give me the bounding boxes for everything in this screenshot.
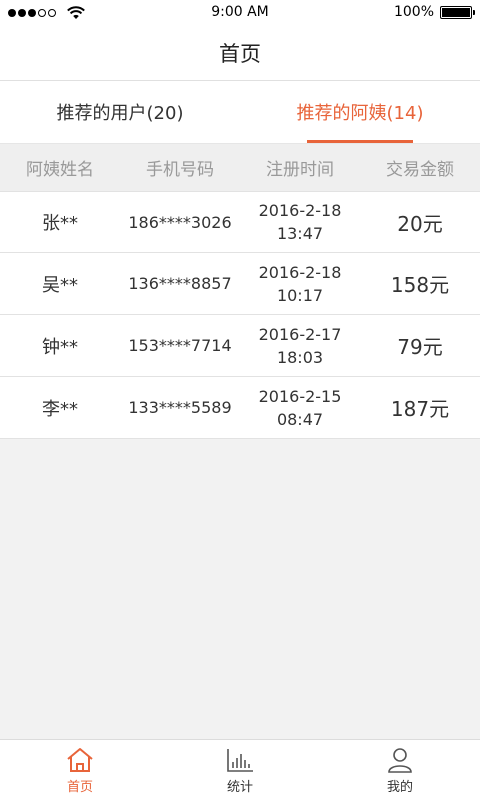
- table-row[interactable]: 吴** 136****8857 2016-2-18 10:17 158元: [0, 253, 480, 315]
- cell-phone: 136****8857: [128, 274, 232, 293]
- tabbar-item-mine[interactable]: 我的: [320, 740, 480, 800]
- segment-tabs: 推荐的用户(20) 推荐的阿姨(14): [0, 81, 480, 143]
- tabbar-label-mine: 我的: [386, 779, 413, 795]
- cell-amount: 79元: [397, 335, 443, 359]
- tabbar-item-home[interactable]: 首页: [0, 740, 160, 800]
- cell-register-time: 2016-2-18 10:17: [240, 261, 360, 307]
- table-header: 阿姨姓名 手机号码 注册时间 交易金额: [0, 143, 480, 191]
- cell-register-time: 2016-2-17 18:03: [240, 323, 360, 369]
- tabbar-label-stats: 统计: [226, 779, 253, 795]
- cell-time: 10:17: [276, 285, 324, 305]
- cell-time: 13:47: [276, 224, 324, 243]
- cell-amount: 158元: [390, 273, 450, 297]
- cell-name: 张**: [42, 213, 78, 234]
- table-row[interactable]: 李** 133****5589 2016-2-15 08:47 187元: [0, 377, 480, 439]
- cell-phone: 153****7714: [128, 336, 232, 355]
- column-header-phone: 手机号码: [146, 160, 214, 180]
- cell-time: 18:03: [276, 347, 324, 367]
- tabbar-item-stats[interactable]: 统计: [160, 740, 320, 800]
- person-icon: [388, 747, 412, 773]
- records-list: 张** 186****3026 2016-2-18 13:47 20元 吴** …: [0, 191, 480, 439]
- tab-recommended-users[interactable]: 推荐的用户(20): [0, 81, 240, 143]
- column-header-name: 阿姨姓名: [26, 160, 94, 180]
- cell-register-time: 2016-2-15 08:47: [240, 385, 360, 431]
- battery-percent: 100%: [393, 4, 434, 20]
- cell-name: 钟**: [42, 336, 78, 358]
- cell-date: 2016-2-18: [258, 201, 342, 220]
- cell-time: 08:47: [276, 409, 324, 429]
- cell-date: 2016-2-18: [258, 262, 342, 282]
- chart-icon: [227, 748, 253, 772]
- home-icon: [67, 747, 93, 772]
- status-bar: 9:00 AM 100%: [0, 0, 480, 26]
- cell-phone: 186****3026: [128, 212, 232, 232]
- column-header-amount: 交易金额: [386, 160, 454, 180]
- table-row[interactable]: 钟** 153****7714 2016-2-17 18:03 79元: [0, 315, 480, 377]
- cell-register-time: 2016-2-18 13:47: [240, 199, 360, 245]
- tabbar-label-home: 首页: [66, 779, 93, 795]
- cell-date: 2016-2-17: [258, 324, 342, 344]
- navigation-bar: 首页: [0, 26, 480, 81]
- cell-phone: 133****5589: [128, 398, 232, 417]
- cell-date: 2016-2-15: [258, 386, 342, 406]
- cell-amount: 20元: [397, 211, 443, 236]
- bottom-tab-bar: 首页 统计 我的: [0, 739, 480, 800]
- tab-recommended-aunties[interactable]: 推荐的阿姨(14): [240, 81, 480, 143]
- cell-amount: 187元: [390, 397, 450, 421]
- battery-icon: [440, 5, 475, 19]
- table-row[interactable]: 张** 186****3026 2016-2-18 13:47 20元: [0, 191, 480, 253]
- column-header-register-time: 注册时间: [266, 160, 334, 180]
- page-title: 首页: [219, 42, 261, 66]
- cell-name: 吴**: [42, 274, 78, 296]
- cell-name: 李**: [42, 398, 78, 420]
